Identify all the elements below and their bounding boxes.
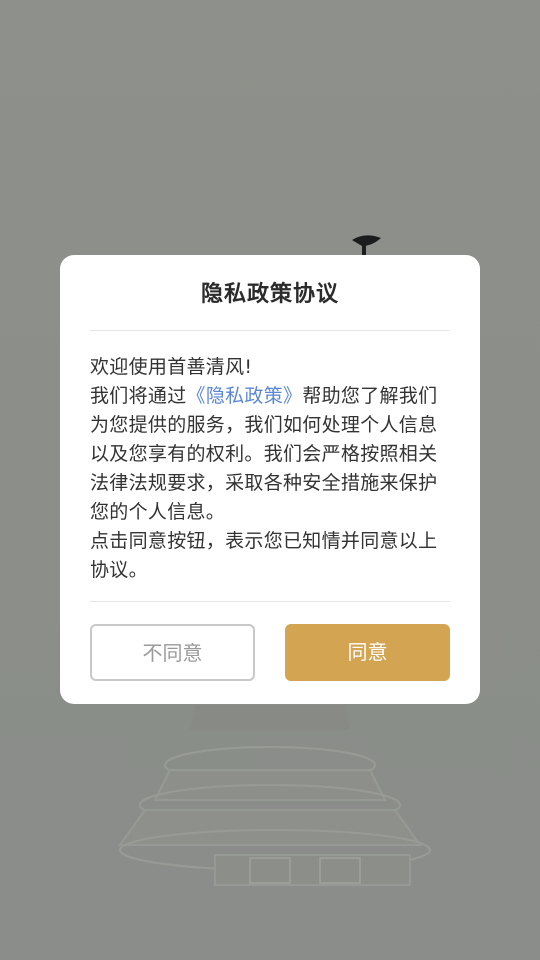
privacy-policy-dialog: 隐私政策协议 欢迎使用首善清风! 我们将通过《隐私政策》帮助您了解我们为您提供的… [60,255,480,704]
button-divider [90,601,450,602]
privacy-policy-link[interactable]: 《隐私政策》 [187,385,303,407]
dialog-body: 欢迎使用首善清风! 我们将通过《隐私政策》帮助您了解我们为您提供的服务，我们如何… [90,353,452,585]
policy-description: 我们将通过《隐私政策》帮助您了解我们为您提供的服务，我们如何处理个人信息以及您享… [90,382,452,527]
disagree-button[interactable]: 不同意 [90,624,255,681]
greeting-text: 欢迎使用首善清风! [90,356,253,378]
consent-note: 点击同意按钮，表示您已知情并同意以上协议。 [90,530,438,581]
agree-button[interactable]: 同意 [285,624,450,681]
temple-silhouette [118,705,431,886]
intro-before-link: 我们将通过 [90,385,187,407]
dialog-title: 隐私政策协议 [200,282,339,307]
title-divider [90,330,450,331]
